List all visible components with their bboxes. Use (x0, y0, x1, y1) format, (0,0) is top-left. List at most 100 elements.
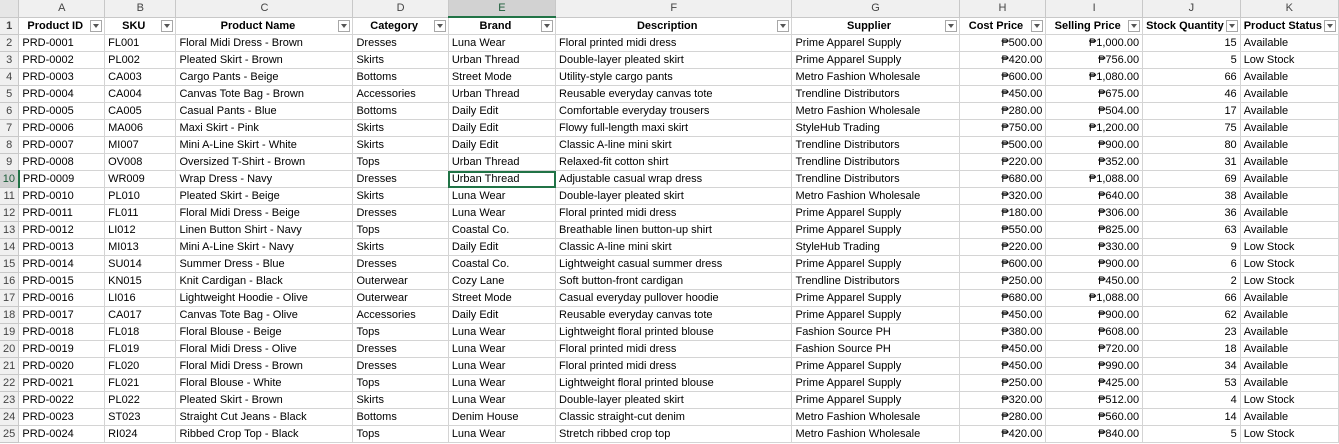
row-number[interactable]: 15 (0, 255, 20, 273)
cell[interactable]: Wrap Dress - Navy (175, 170, 354, 188)
cell[interactable]: ₱756.00 (1045, 51, 1144, 69)
cell[interactable]: ₱500.00 (959, 34, 1047, 52)
cell[interactable]: Prime Apparel Supply (791, 221, 960, 239)
cell[interactable]: Urban Thread (448, 85, 557, 103)
cell[interactable]: Tops (352, 323, 449, 341)
cell[interactable]: ₱600.00 (959, 68, 1047, 86)
cell[interactable]: PRD-0020 (18, 357, 106, 375)
cell[interactable]: Metro Fashion Wholesale (791, 68, 960, 86)
cell[interactable]: Prime Apparel Supply (791, 204, 960, 222)
cell[interactable]: ₱450.00 (959, 306, 1047, 324)
cell[interactable]: Floral Midi Dress - Brown (175, 357, 354, 375)
cell[interactable]: 18 (1142, 340, 1241, 358)
header-cell[interactable]: Category (352, 17, 449, 35)
cell[interactable]: PL022 (104, 391, 177, 409)
cell[interactable]: Floral Midi Dress - Beige (175, 204, 354, 222)
cell[interactable]: PRD-0003 (18, 68, 106, 86)
cell[interactable]: Stretch ribbed crop top (555, 425, 793, 443)
cell[interactable]: PRD-0017 (18, 306, 106, 324)
cell[interactable]: Available (1240, 85, 1339, 103)
cell[interactable]: Outerwear (352, 272, 449, 290)
cell[interactable]: PRD-0005 (18, 102, 106, 120)
cell[interactable]: Urban Thread (448, 153, 557, 171)
cell[interactable]: PL010 (104, 187, 177, 205)
cell[interactable]: 66 (1142, 68, 1241, 86)
filter-dropdown-icon[interactable] (1324, 19, 1336, 32)
cell[interactable]: Classic straight-cut denim (555, 408, 793, 426)
cell[interactable]: Lightweight Hoodie - Olive (175, 289, 354, 307)
cell[interactable]: Ribbed Crop Top - Black (175, 425, 354, 443)
cell[interactable]: MI013 (104, 238, 177, 256)
cell[interactable]: Available (1240, 170, 1339, 188)
cell[interactable]: Urban Thread (448, 51, 557, 69)
cell[interactable]: Available (1240, 136, 1339, 154)
cell[interactable]: PRD-0004 (18, 85, 106, 103)
cell[interactable]: PRD-0016 (18, 289, 106, 307)
cell[interactable]: Double-layer pleated skirt (555, 391, 793, 409)
header-cell[interactable]: Product ID (18, 17, 106, 35)
filter-dropdown-icon[interactable] (161, 19, 174, 32)
cell[interactable]: Bottoms (352, 102, 449, 120)
cell[interactable]: Available (1240, 187, 1339, 205)
cell[interactable]: Soft button-front cardigan (555, 272, 793, 290)
cell[interactable]: 62 (1142, 306, 1241, 324)
row-number[interactable]: 18 (0, 306, 20, 324)
cell[interactable]: Skirts (352, 51, 449, 69)
cell[interactable]: Available (1240, 153, 1339, 171)
cell[interactable]: 63 (1142, 221, 1241, 239)
cell[interactable]: Lightweight floral printed blouse (555, 374, 793, 392)
cell[interactable]: Cozy Lane (448, 272, 557, 290)
cell[interactable]: FL011 (104, 204, 177, 222)
cell[interactable]: Urban Thread (448, 170, 557, 188)
cell[interactable]: ₱220.00 (959, 238, 1047, 256)
cell[interactable]: CA004 (104, 85, 177, 103)
cell[interactable]: Comfortable everyday trousers (555, 102, 793, 120)
cell[interactable]: Skirts (352, 136, 449, 154)
cell[interactable]: Available (1240, 323, 1339, 341)
cell[interactable]: Bottoms (352, 408, 449, 426)
column-header-g[interactable]: G (791, 0, 960, 18)
filter-dropdown-icon[interactable] (433, 19, 446, 32)
cell[interactable]: LI016 (104, 289, 177, 307)
filter-dropdown-icon[interactable] (1128, 19, 1141, 32)
cell[interactable]: PRD-0012 (18, 221, 106, 239)
cell[interactable]: Prime Apparel Supply (791, 255, 960, 273)
cell[interactable]: PRD-0013 (18, 238, 106, 256)
cell[interactable]: Mini A-Line Skirt - Navy (175, 238, 354, 256)
cell[interactable]: Relaxed-fit cotton shirt (555, 153, 793, 171)
cell[interactable]: Low Stock (1240, 238, 1339, 256)
cell[interactable]: FL001 (104, 34, 177, 52)
filter-dropdown-icon[interactable] (1225, 19, 1238, 32)
cell[interactable]: ₱425.00 (1045, 374, 1144, 392)
cell[interactable]: Prime Apparel Supply (791, 391, 960, 409)
cell[interactable]: ₱380.00 (959, 323, 1047, 341)
cell[interactable]: Pleated Skirt - Brown (175, 391, 354, 409)
cell[interactable]: 66 (1142, 289, 1241, 307)
cell[interactable]: 9 (1142, 238, 1241, 256)
cell[interactable]: Low Stock (1240, 425, 1339, 443)
cell[interactable]: ₱420.00 (959, 51, 1047, 69)
cell[interactable]: ₱1,080.00 (1045, 68, 1144, 86)
cell[interactable]: ₱320.00 (959, 187, 1047, 205)
cell[interactable]: 75 (1142, 119, 1241, 137)
row-number[interactable]: 2 (0, 34, 20, 52)
cell[interactable]: PL002 (104, 51, 177, 69)
cell[interactable]: Accessories (352, 85, 449, 103)
cell[interactable]: Luna Wear (448, 323, 557, 341)
cell[interactable]: 2 (1142, 272, 1241, 290)
cell[interactable]: Linen Button Shirt - Navy (175, 221, 354, 239)
cell[interactable]: Reusable everyday canvas tote (555, 306, 793, 324)
cell[interactable]: ₱675.00 (1045, 85, 1144, 103)
cell[interactable]: Low Stock (1240, 51, 1339, 69)
cell[interactable]: ₱680.00 (959, 289, 1047, 307)
cell[interactable]: Available (1240, 340, 1339, 358)
column-header-b[interactable]: B (104, 0, 177, 18)
cell[interactable]: ₱608.00 (1045, 323, 1144, 341)
cell[interactable]: Coastal Co. (448, 255, 557, 273)
cell[interactable]: 34 (1142, 357, 1241, 375)
cell[interactable]: Daily Edit (448, 306, 557, 324)
cell[interactable]: ₱900.00 (1045, 255, 1144, 273)
cell[interactable]: ₱250.00 (959, 272, 1047, 290)
cell[interactable]: Coastal Co. (448, 221, 557, 239)
row-number[interactable]: 3 (0, 51, 20, 69)
